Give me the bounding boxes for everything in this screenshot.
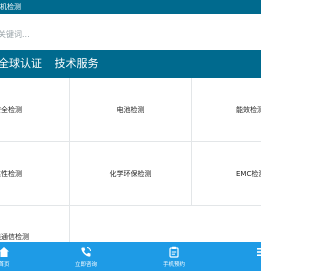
grid-item-battery-testing[interactable]: 电池检测 (70, 78, 192, 142)
home-icon (0, 247, 9, 257)
nav-item-menu[interactable] (252, 242, 261, 271)
nav-item-label: 手机预约 (162, 262, 185, 268)
grid-item-chemical-environmental-testing[interactable]: 化学环保检测 (70, 142, 192, 206)
grid-item-label: 能效检测 (236, 105, 261, 114)
service-grid: 安全检测 电池检测 能效检测 靠性检测 化学环保检测 EMC检测 线通信检测 (0, 78, 261, 242)
bottom-nav: 首页 立即咨询 手机预约 (0, 242, 261, 271)
grid-item-label: 靠性检测 (0, 169, 22, 178)
grid-item-reliability-testing[interactable]: 靠性检测 (0, 142, 70, 206)
nav-item-consult[interactable]: 立即咨询 (72, 242, 100, 271)
grid-item-label: 线通信检测 (0, 233, 29, 241)
nav-item-appointment[interactable]: 手机预约 (160, 242, 188, 271)
grid-item-label: 化学环保检测 (109, 169, 152, 178)
grid-item-energy-efficiency-testing[interactable]: 能效检测 (192, 78, 261, 142)
page: 机检测 全球认证 技术服务 安全检测 电池检测 能效检测 靠性检测 化学环保检测… (0, 0, 261, 271)
banner-item-global-certification[interactable]: 全球认证 (0, 50, 42, 78)
search-bar (0, 18, 261, 48)
header-bar: 机检测 (0, 0, 261, 14)
nav-item-home[interactable]: 首页 (0, 242, 16, 271)
grid-item-label: EMC检测 (236, 169, 261, 178)
nav-item-label: 立即咨询 (74, 262, 97, 268)
search-input[interactable] (0, 24, 261, 44)
grid-item-label: 安全检测 (0, 105, 22, 114)
category-banner: 全球认证 技术服务 (0, 50, 261, 78)
calendar-icon (169, 246, 179, 258)
banner-item-technical-services[interactable]: 技术服务 (55, 50, 99, 78)
menu-icon (257, 248, 261, 256)
grid-item-safety-testing[interactable]: 安全检测 (0, 78, 70, 142)
grid-item-wireless-testing[interactable]: 线通信检测 (0, 206, 70, 242)
phone-icon (81, 247, 91, 257)
nav-item-label: 首页 (0, 262, 10, 268)
page-title: 机检测 (0, 3, 21, 11)
grid-item-emc-testing[interactable]: EMC检测 (192, 142, 261, 206)
grid-item-label: 电池检测 (116, 105, 145, 114)
